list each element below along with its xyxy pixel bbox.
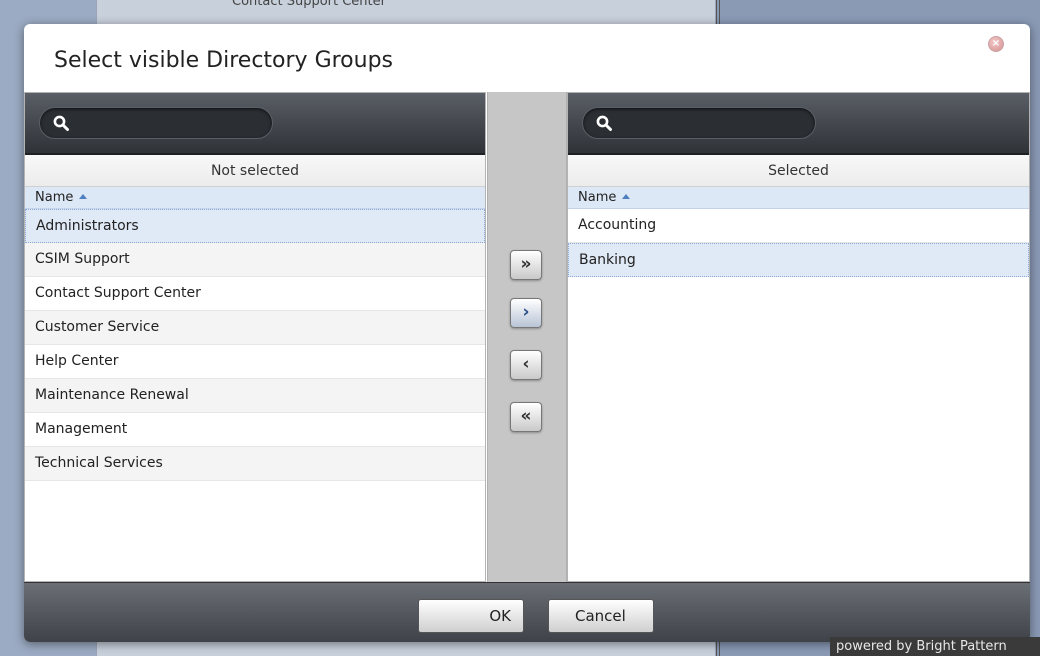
sort-ascending-icon [622,194,631,199]
sort-ascending-icon [79,194,88,199]
right-search-bar [568,93,1029,155]
cancel-button[interactable]: Cancel [548,599,654,633]
dialog-footer: OK Cancel [24,582,1030,642]
remove-all-button[interactable]: « [510,402,542,432]
powered-by-label: powered by Bright Pattern [830,637,1040,656]
left-search-box[interactable] [39,107,273,139]
selected-list: Accounting Banking [568,209,1029,277]
list-item[interactable]: Administrators [25,209,485,243]
not-selected-header: Not selected [25,155,485,187]
left-name-column-label: Name [35,190,74,205]
not-selected-panel: Not selected Name Administrators CSIM Sup… [24,92,486,582]
add-button[interactable]: › [510,298,542,328]
list-item[interactable]: Accounting [568,209,1029,243]
list-item[interactable]: Technical Services [25,447,485,481]
move-buttons-column: » › ‹ « [487,92,567,582]
selected-panel: Selected Name Accounting Banking [567,92,1030,582]
left-search-bar [25,93,485,155]
close-icon[interactable]: × [988,36,1004,52]
left-name-column-header[interactable]: Name [25,187,485,209]
list-item[interactable]: Contact Support Center [25,277,485,311]
ok-button[interactable]: OK [418,599,524,633]
list-item[interactable]: CSIM Support [25,243,485,277]
dialog-title: Select visible Directory Groups [54,48,394,73]
add-all-button[interactable]: » [510,250,542,280]
right-search-input[interactable] [619,112,809,134]
not-selected-list: Administrators CSIM Support Contact Suppor… [25,209,485,481]
right-search-box[interactable] [582,107,816,139]
list-item[interactable]: Maintenance Renewal [25,379,485,413]
selected-header: Selected [568,155,1029,187]
background-top-text: Contact Support Center [232,0,386,9]
search-icon [53,115,69,131]
right-name-column-label: Name [578,190,617,205]
list-item[interactable]: Management [25,413,485,447]
directory-groups-dialog: Select visible Directory Groups × Not se… [24,24,1030,642]
right-name-column-header[interactable]: Name [568,187,1029,209]
left-search-input[interactable] [76,112,266,134]
list-item[interactable]: Banking [568,243,1029,277]
list-item[interactable]: Help Center [25,345,485,379]
list-item[interactable]: Customer Service [25,311,485,345]
remove-button[interactable]: ‹ [510,350,542,380]
search-icon [596,115,612,131]
